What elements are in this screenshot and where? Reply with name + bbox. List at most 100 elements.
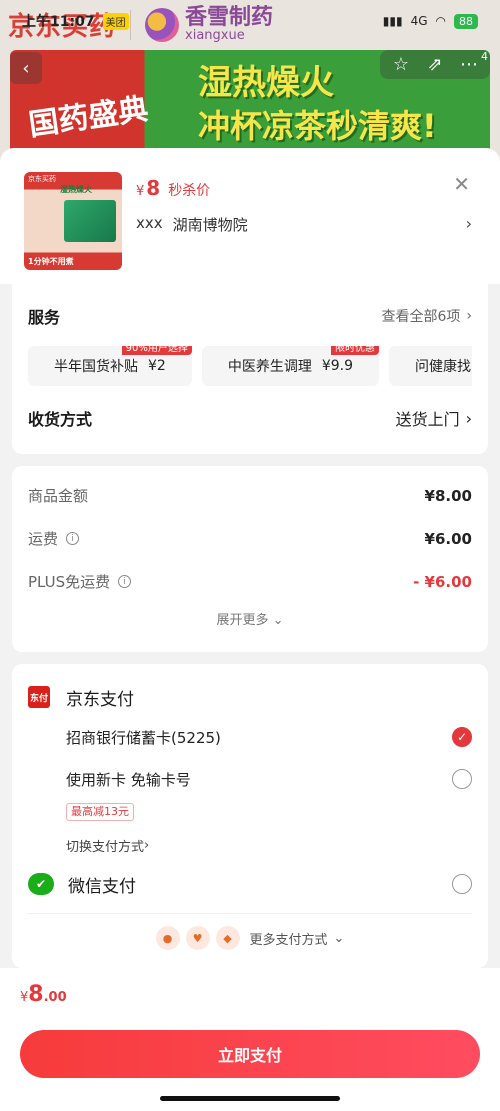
thumb-footer: 1分钟不用煮 — [28, 257, 74, 266]
pay-option-new-card[interactable]: 使用新卡 免输卡号 — [28, 758, 472, 800]
signal-icon: ▮▮▮ — [382, 14, 403, 28]
amount-row-goods: 商品金额 ¥8.00 — [28, 474, 472, 517]
chip-label: 问健康找医生 — [415, 359, 472, 375]
services-view-all[interactable]: 查看全部6项 › — [381, 306, 472, 326]
radio-icon[interactable] — [452, 874, 472, 894]
price-tag: 秒杀价 — [168, 183, 211, 199]
back-icon: ‹ — [22, 57, 30, 79]
product-summary: 京东买药 湿热燥火 1分钟不用煮 ¥ 8 秒杀价 xxx 湖南博物院 › ✕ — [0, 148, 500, 284]
amount-label: PLUS免运费 — [28, 573, 111, 591]
banner-seal: 国药盛典 — [26, 91, 151, 144]
service-chip-subsidy[interactable]: 半年国货补贴 ¥2 90%用户选择 — [28, 346, 192, 386]
star-icon[interactable]: ☆ — [388, 54, 414, 75]
chevron-right-icon: › — [466, 308, 472, 324]
chevron-right-icon: › — [144, 837, 150, 853]
thumb-product-box — [64, 200, 116, 242]
chevron-down-icon: ⌄ — [333, 930, 345, 946]
expand-more-button[interactable]: 展开更多 ⌄ — [28, 609, 472, 628]
close-icon[interactable]: ✕ — [453, 172, 470, 196]
seller-row[interactable]: xxx 湖南博物院 — [136, 214, 248, 235]
services-row[interactable]: 服务 查看全部6项 › — [28, 298, 472, 334]
expand-label: 展开更多 — [216, 613, 269, 628]
services-title: 服务 — [28, 308, 61, 327]
back-button[interactable]: ‹ — [10, 52, 42, 84]
thumb-brand: 京东买药 — [28, 175, 56, 183]
checked-radio-icon[interactable]: ✓ — [452, 727, 472, 747]
share-icon[interactable]: ⇗ — [422, 54, 448, 75]
wechat-pay-label: 微信支付 — [68, 876, 136, 897]
delivery-value[interactable]: 送货上门 › — [396, 406, 472, 430]
chevron-down-icon: ⌄ — [272, 613, 284, 628]
chevron-right-icon: › — [465, 408, 472, 428]
more-icon[interactable]: ⋯ — [456, 54, 482, 75]
price-value: 8 — [146, 176, 161, 200]
jd-pay-icon: 东付 — [28, 686, 50, 708]
background-page: 上午11:07 美团 ▮▮▮ 4G ◠ 88 京东买药 香雪制药 xiangxu… — [0, 0, 500, 160]
chip-badge: 限时优惠 — [331, 346, 379, 355]
service-chip-tcm[interactable]: 中医养生调理 ¥9.9 限时优惠 — [201, 346, 379, 386]
delivery-method: 送货上门 — [395, 410, 460, 429]
banner-slogan-2: 冲杯凉茶秒清爽! — [198, 107, 437, 145]
pay-option-label: 使用新卡 免输卡号 — [66, 770, 191, 789]
amounts-card: 商品金额 ¥8.00 运费 i ¥6.00 PLUS免运费 i - ¥6.00 … — [12, 466, 488, 652]
friend-pay-icon: ● — [155, 926, 180, 950]
status-icons: ▮▮▮ 4G ◠ 88 — [382, 13, 478, 29]
total-integer: 8 — [28, 982, 44, 1007]
amount-label: 运费 — [28, 530, 59, 548]
thumb-slogan: 湿热燥火 — [60, 185, 92, 194]
amount-value: ¥6.00 — [424, 529, 472, 548]
pay-now-button[interactable]: 立即支付 — [20, 1030, 480, 1078]
status-bar: 上午11:07 美团 ▮▮▮ 4G ◠ 88 — [0, 0, 500, 42]
switch-payment-method[interactable]: 切换支付方式 › — [28, 827, 472, 863]
carrier-tag: 美团 — [102, 12, 129, 30]
cart-badge: 4 — [481, 50, 488, 63]
delivery-row[interactable]: 收货方式 送货上门 › — [28, 400, 472, 436]
top-actions: ☆ ⇗ ⋯ — [380, 50, 490, 79]
more-payment-methods[interactable]: ● ♥ ◆ 更多支付方式 ⌄ — [28, 913, 472, 950]
amount-row-shipping: 运费 i ¥6.00 — [28, 517, 472, 560]
amount-value: ¥8.00 — [424, 486, 472, 505]
chip-label: 半年国货补贴 — [54, 359, 138, 375]
price-currency: ¥ — [136, 184, 145, 199]
services-card: 服务 查看全部6项 › 半年国货补贴 ¥2 90%用户选择 中医养生调理 ¥9.… — [12, 284, 488, 454]
checkout-sheet: 京东买药 湿热燥火 1分钟不用煮 ¥ 8 秒杀价 xxx 湖南博物院 › ✕ 服… — [0, 148, 500, 1111]
wechat-pay-row[interactable]: ✔ 微信支付 — [28, 865, 472, 903]
view-all-label: 查看全部6项 — [381, 309, 461, 325]
discount-tag: 最高减13元 — [66, 803, 134, 821]
amount-value: - ¥6.00 — [413, 572, 472, 591]
chip-price: ¥2 — [148, 358, 166, 374]
service-chips: 半年国货补贴 ¥2 90%用户选择 中医养生调理 ¥9.9 限时优惠 问健康找医… — [28, 346, 472, 386]
info-icon[interactable]: i — [118, 575, 132, 588]
seller-name: 湖南博物院 — [172, 216, 248, 234]
amount-row-plus: PLUS免运费 i - ¥6.00 — [28, 560, 472, 603]
info-icon[interactable]: i — [66, 532, 80, 545]
price-line: ¥ 8 秒杀价 — [136, 176, 210, 200]
chip-badge: 90%用户选择 — [121, 346, 192, 355]
seller-prefix: xxx — [136, 214, 163, 232]
amount-label: 商品金额 — [28, 487, 89, 505]
total-decimal: .00 — [43, 990, 67, 1005]
more-pay-label: 更多支付方式 — [249, 932, 328, 948]
chip-price: ¥9.9 — [321, 358, 353, 374]
service-chip-doctor[interactable]: 问健康找医生 — [389, 346, 472, 386]
jd-pay-label: 京东支付 — [66, 689, 134, 710]
checkout-footer: ¥ 8 .00 立即支付 — [0, 968, 500, 1111]
radio-icon[interactable] — [452, 769, 472, 789]
product-thumbnail[interactable]: 京东买药 湿热燥火 1分钟不用煮 — [24, 172, 122, 270]
pay-option-bank-card[interactable]: 招商银行储蓄卡(5225) ✓ — [28, 716, 472, 758]
wallet-pay-icon: ◆ — [215, 926, 240, 950]
pay-option-label: 招商银行储蓄卡(5225) — [66, 728, 221, 747]
home-indicator — [160, 1096, 340, 1101]
payment-card: 东付 京东支付 招商银行储蓄卡(5225) ✓ 使用新卡 免输卡号 最高减13元… — [12, 664, 488, 968]
switch-label: 切换支付方式 — [66, 839, 145, 855]
status-time: 上午11:07 — [22, 14, 95, 30]
network-label: 4G — [410, 14, 428, 28]
banner-slogan-1: 湿热燥火 — [198, 63, 334, 103]
wechat-icon: ✔ — [28, 873, 54, 895]
total-price: ¥ 8 .00 — [20, 982, 67, 1007]
chip-label: 中医养生调理 — [227, 359, 312, 375]
chevron-right-icon[interactable]: › — [466, 214, 472, 233]
jd-pay-header: 东付 京东支付 — [28, 678, 472, 716]
battery-level: 88 — [454, 13, 478, 29]
heart-pay-icon: ♥ — [185, 926, 210, 950]
